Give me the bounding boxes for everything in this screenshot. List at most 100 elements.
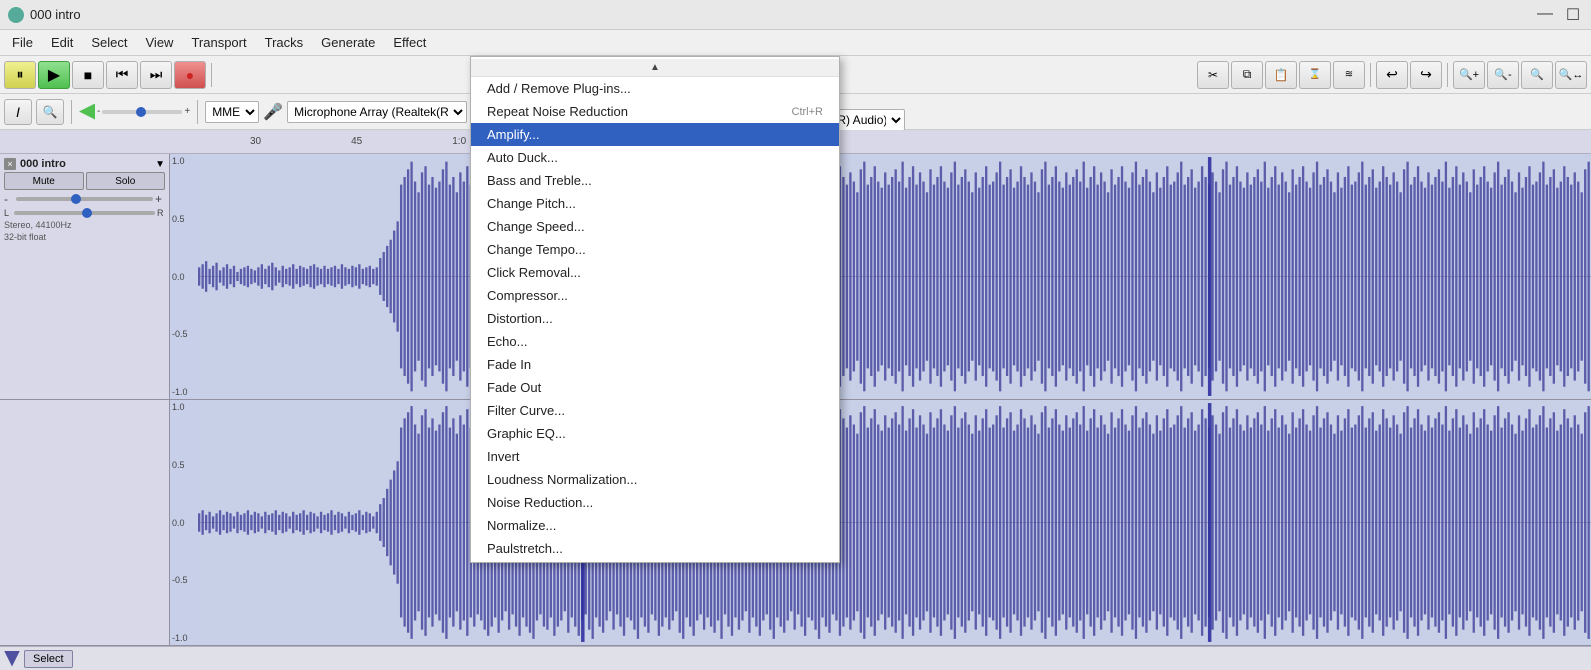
track-1-canvas-top[interactable] (198, 154, 1591, 399)
play-button[interactable]: ▶ (38, 61, 70, 89)
menu-item-label: Paulstretch... (487, 541, 563, 556)
undo-button[interactable]: ↩ (1376, 61, 1408, 89)
minimize-button[interactable]: — (1535, 5, 1555, 25)
zoom-fit-button[interactable]: 🔍 (1521, 61, 1553, 89)
redo-button[interactable]: ↪ (1410, 61, 1442, 89)
toolbar2-sep2 (197, 100, 198, 124)
ruler-mark-45: 45 (351, 136, 362, 147)
driver-select[interactable]: MME (205, 101, 259, 123)
menu-item-click-removal[interactable]: Click Removal... (471, 261, 839, 284)
menu-item-label: Add / Remove Plug-ins... (487, 81, 631, 96)
menu-item-auto-duck[interactable]: Auto Duck... (471, 146, 839, 169)
track-1-name: 000 intro (20, 158, 151, 170)
menu-item-loudness-normalization[interactable]: Loudness Normalization... (471, 468, 839, 491)
track-1-canvas-bottom[interactable] (198, 400, 1591, 645)
effect-dropdown-menu: ▲ Add / Remove Plug-ins... Repeat Noise … (470, 56, 840, 563)
menu-item-compressor[interactable]: Compressor... (471, 284, 839, 307)
track-1-waveform-bottom: 1.0 0.5 0.0 -0.5 -1.0 (170, 400, 1591, 645)
menu-tracks[interactable]: Tracks (257, 33, 312, 52)
silence-button[interactable]: ≋ (1333, 61, 1365, 89)
toolbar-separator-3 (1447, 63, 1448, 87)
menu-bar: File Edit Select View Transport Tracks G… (0, 30, 1591, 56)
menu-item-fade-out[interactable]: Fade Out (471, 376, 839, 399)
menu-item-repeat-noise-reduction[interactable]: Repeat Noise Reduction Ctrl+R (471, 100, 839, 123)
ruler-marks: 30 45 1:0 (170, 136, 1591, 147)
cursor-tool[interactable]: I (4, 99, 32, 125)
menu-item-invert[interactable]: Invert (471, 445, 839, 468)
menu-item-paulstretch[interactable]: Paulstretch... (471, 537, 839, 560)
maximize-button[interactable]: ☐ (1563, 5, 1583, 25)
menu-item-filter-curve[interactable]: Filter Curve... (471, 399, 839, 422)
menu-item-fade-in[interactable]: Fade In (471, 353, 839, 376)
menu-generate[interactable]: Generate (313, 33, 383, 52)
fastforward-button[interactable]: ⏭ (140, 61, 172, 89)
menu-item-bass-treble[interactable]: Bass and Treble... (471, 169, 839, 192)
menu-effect[interactable]: Effect (385, 33, 434, 52)
track-1-pan-slider[interactable] (14, 211, 155, 215)
menu-item-distortion[interactable]: Distortion... (471, 307, 839, 330)
track-1-arrow[interactable]: ▼ (155, 159, 165, 170)
cut-button[interactable]: ✂ (1197, 61, 1229, 89)
trim-button[interactable]: ⌛ (1299, 61, 1331, 89)
menu-item-echo[interactable]: Echo... (471, 330, 839, 353)
waveform-svg-top (198, 154, 1591, 399)
menu-edit[interactable]: Edit (43, 33, 81, 52)
menu-item-change-tempo[interactable]: Change Tempo... (471, 238, 839, 261)
label-0-0: 0.0 (172, 272, 196, 282)
menu-transport[interactable]: Transport (183, 33, 254, 52)
menu-item-change-speed[interactable]: Change Speed... (471, 215, 839, 238)
playback-speed-control: - + (79, 104, 190, 120)
blabel-n1-0: -1.0 (172, 633, 196, 643)
speed-slider[interactable] (102, 110, 182, 114)
zoom-in-button[interactable]: 🔍+ (1453, 61, 1485, 89)
menu-item-label: Filter Curve... (487, 403, 565, 418)
menu-item-graphic-eq[interactable]: Graphic EQ... (471, 422, 839, 445)
track-1-info: Stereo, 44100Hz32-bit float (4, 220, 165, 243)
menu-view[interactable]: View (138, 33, 182, 52)
track-1-vol-slider[interactable] (16, 197, 153, 201)
speed-plus: + (184, 106, 190, 117)
track-1-controls-bottom (0, 400, 170, 645)
zoom-tool[interactable]: 🔍 (36, 99, 64, 125)
menu-item-label: Change Tempo... (487, 242, 586, 257)
input-device-select[interactable]: Microphone Array (Realtek(R) Au (287, 101, 467, 123)
select-button[interactable]: Select (24, 650, 73, 668)
track-1-pan-row: L R (4, 208, 165, 218)
menu-item-change-pitch[interactable]: Change Pitch... (471, 192, 839, 215)
track-1-pan-r: R (157, 208, 165, 218)
blabel-1-0: 1.0 (172, 402, 196, 412)
menu-file[interactable]: File (4, 33, 41, 52)
toolbar-separator-1 (211, 63, 212, 87)
label-0-5: 0.5 (172, 214, 196, 224)
menu-item-label: Repeat Noise Reduction (487, 104, 628, 119)
track-1-vol-minus: - (4, 192, 14, 206)
toolbar-separator-2 (1370, 63, 1371, 87)
pause-button[interactable]: ⏸ (4, 61, 36, 89)
zoom-out-button[interactable]: 🔍- (1487, 61, 1519, 89)
blabel-0-0: 0.0 (172, 518, 196, 528)
menu-item-label: Click Removal... (487, 265, 581, 280)
menu-item-label: Change Pitch... (487, 196, 576, 211)
collapse-arrow[interactable] (4, 651, 20, 667)
menu-item-normalize[interactable]: Normalize... (471, 514, 839, 537)
paste-button[interactable]: 📋 (1265, 61, 1297, 89)
menu-item-amplify[interactable]: Amplify... (471, 123, 839, 146)
toolbar2-sep1 (71, 100, 72, 124)
menu-item-add-remove-plugins[interactable]: Add / Remove Plug-ins... (471, 77, 839, 100)
copy-button[interactable]: ⧉ (1231, 61, 1263, 89)
menu-item-label: Loudness Normalization... (487, 472, 637, 487)
rewind-button[interactable]: ⏮ (106, 61, 138, 89)
menu-item-label: Invert (487, 449, 520, 464)
menu-item-label: Fade Out (487, 380, 541, 395)
menu-scroll-up[interactable]: ▲ (471, 59, 839, 77)
track-1-volume-row: - + (4, 192, 165, 206)
zoom-sel-button[interactable]: 🔍↔ (1555, 61, 1587, 89)
track-1-solo[interactable]: Solo (86, 172, 166, 190)
record-button[interactable]: ● (174, 61, 206, 89)
menu-item-noise-reduction[interactable]: Noise Reduction... (471, 491, 839, 514)
menu-select[interactable]: Select (83, 33, 135, 52)
track-1-mute[interactable]: Mute (4, 172, 84, 190)
track-1-close[interactable]: × (4, 158, 16, 170)
label-n0-5: -0.5 (172, 329, 196, 339)
stop-button[interactable]: ■ (72, 61, 104, 89)
